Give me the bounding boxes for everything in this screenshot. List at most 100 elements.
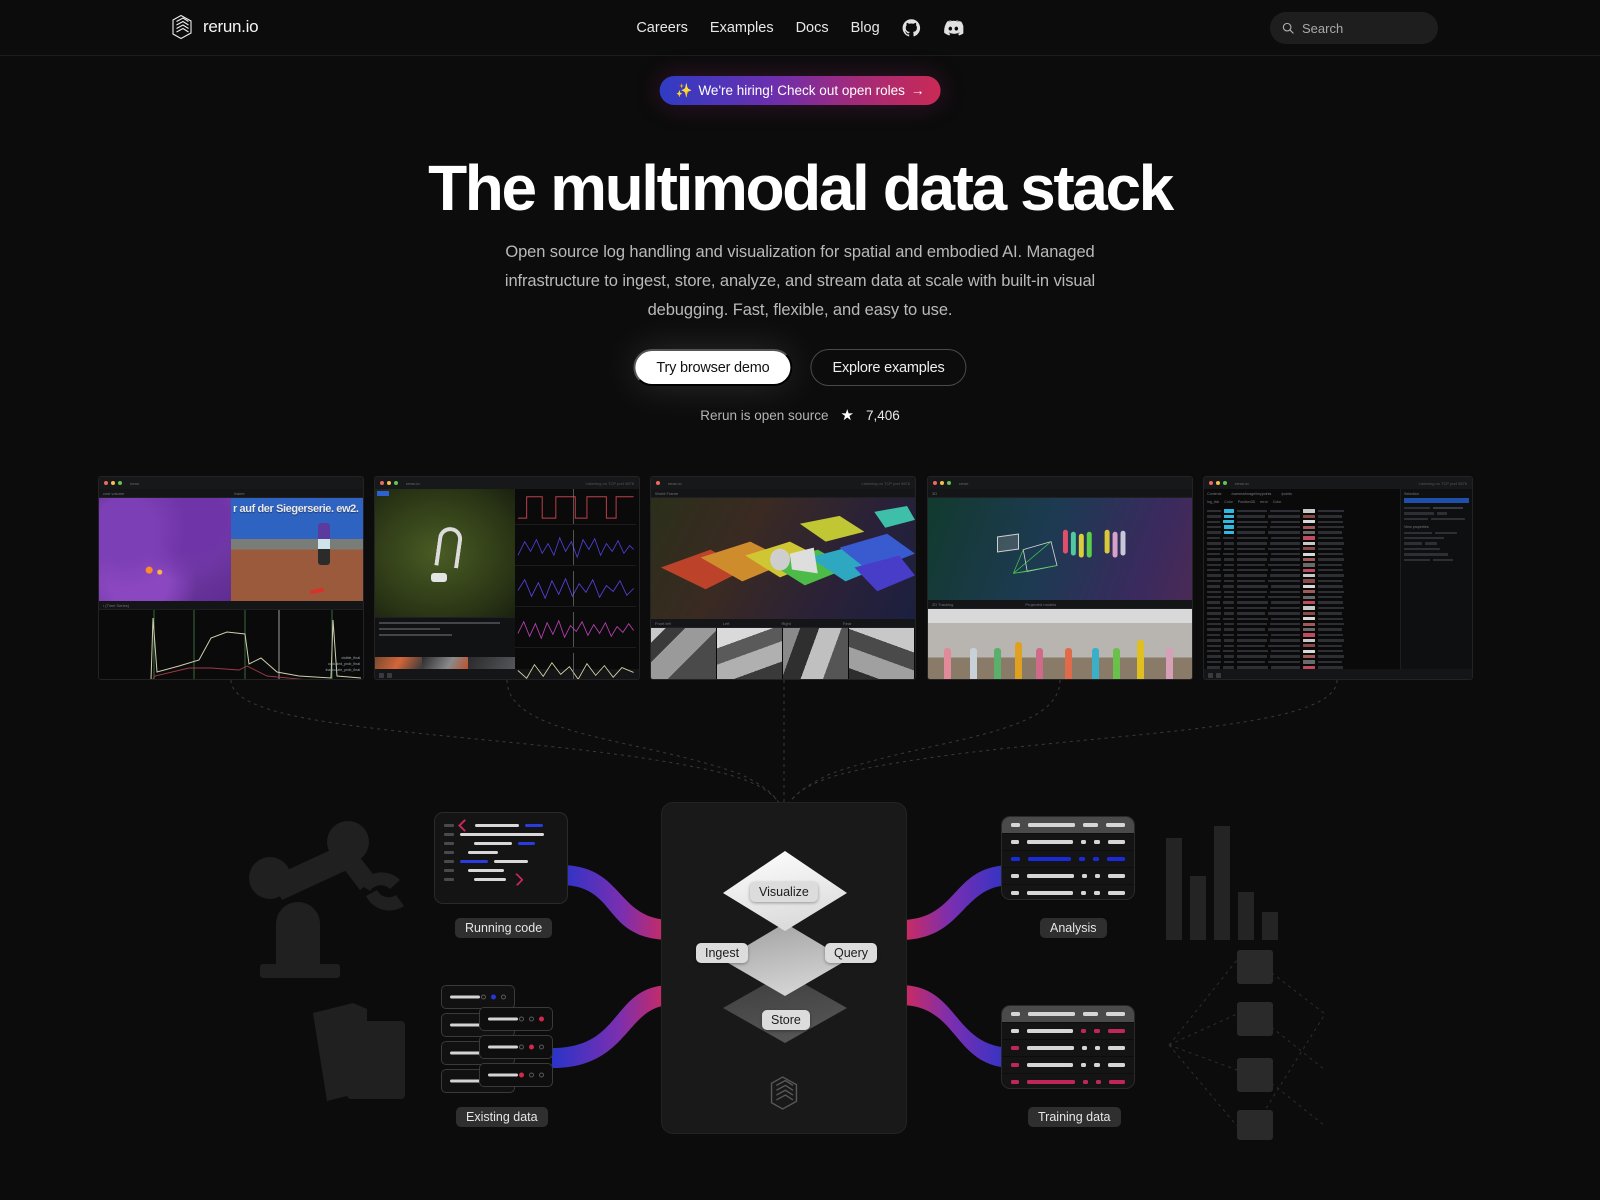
window-title: rerun.io (1235, 480, 1249, 486)
column-header[interactable]: error (1260, 500, 1268, 504)
table-row (1002, 851, 1134, 868)
table-row[interactable] (1207, 633, 1397, 637)
table-row[interactable] (1207, 530, 1397, 535)
maximize-icon (394, 481, 398, 485)
maximize-icon (1223, 481, 1227, 485)
view-badge (377, 491, 389, 496)
panel-title: cost volume (103, 490, 125, 496)
pose-figures (1013, 529, 1126, 574)
text-log-panel (375, 617, 515, 657)
table-row[interactable] (1207, 638, 1397, 642)
architecture-diagram: Running code Existing data Visualize Ing… (0, 790, 1600, 1190)
table-row[interactable] (1207, 547, 1397, 551)
node-existing-data-label: Existing data (456, 1107, 548, 1127)
panel-title: / (Time Series) (103, 602, 130, 608)
hiring-banner-button[interactable]: ✨ We're hiring! Check out open roles → (659, 76, 941, 105)
left-column (375, 489, 515, 669)
nav-link-blog[interactable]: Blog (851, 20, 880, 36)
brand-name: rerun.io (203, 17, 259, 36)
column-header[interactable]: log_tick (1207, 500, 1219, 504)
example-thumbnail-pointcloud-slam[interactable]: rerun.io Listening on TCP port 9876 Worl… (650, 476, 916, 680)
discord-icon[interactable] (944, 18, 964, 38)
stack-diamonds: Visualize Ingest Query Store (662, 803, 908, 1083)
arrow-right-icon: → (910, 83, 925, 98)
column-header[interactable]: Color (1224, 500, 1233, 504)
table-row[interactable] (1207, 665, 1397, 669)
nav-link-examples[interactable]: Examples (710, 20, 774, 36)
table-row (1002, 868, 1134, 885)
table-row[interactable] (1207, 509, 1397, 513)
table-row[interactable] (1207, 579, 1397, 583)
open-source-stars[interactable]: Rerun is open source ★ 7,406 (700, 408, 900, 423)
arm-base (430, 573, 447, 583)
table-row[interactable] (1207, 622, 1397, 626)
titlebar: rerun (928, 477, 1192, 489)
table-row[interactable] (1207, 525, 1397, 529)
table-row[interactable] (1207, 644, 1397, 648)
node-analysis-card[interactable] (1001, 816, 1135, 900)
table-row[interactable] (1207, 552, 1397, 556)
table-row (1002, 1023, 1134, 1040)
panel-header: World Frame (651, 489, 915, 498)
connection-status: Listening on TCP port 9876 (585, 480, 634, 486)
timeseries-plot (99, 610, 363, 679)
table-row[interactable] (1207, 654, 1397, 659)
table-row[interactable] (1207, 617, 1397, 621)
table-row[interactable] (1207, 611, 1397, 616)
plot-square-wave (514, 489, 637, 525)
try-browser-demo-button[interactable]: Try browser demo (633, 349, 793, 386)
star-icon: ★ (840, 407, 854, 424)
search-input[interactable]: Search (1270, 12, 1438, 44)
legend-item: inaccurate_prob_final (325, 668, 360, 672)
table-row (1002, 1074, 1134, 1088)
robot-3d-view (375, 489, 515, 617)
explore-examples-button[interactable]: Explore examples (810, 349, 967, 386)
table-row[interactable] (1207, 541, 1397, 545)
node-training-data-card[interactable] (1001, 1005, 1135, 1089)
table-row (1002, 885, 1134, 899)
example-thumbnail-dataframe[interactable]: rerun.io Listening on TCP port 9876 Cont… (1203, 476, 1473, 680)
table-row[interactable] (1207, 536, 1397, 540)
node-existing-data-card[interactable] (441, 985, 561, 1100)
table-row (1002, 834, 1134, 851)
panel-header: cost volume frame (99, 489, 363, 498)
table-row[interactable] (1207, 563, 1397, 567)
table-row[interactable] (1207, 649, 1397, 653)
table-row[interactable] (1207, 557, 1397, 562)
window-title: rerun (959, 480, 969, 486)
table-row[interactable] (1207, 514, 1397, 519)
selection-panel: Selection View properties (1400, 489, 1472, 669)
column-header[interactable]: Position3D (1238, 500, 1255, 504)
table-row[interactable] (1207, 595, 1397, 599)
table-row[interactable] (1207, 584, 1397, 589)
table-row[interactable] (1207, 660, 1397, 664)
window-title: rerun.io (668, 480, 682, 486)
table-row[interactable] (1207, 568, 1397, 572)
selected-entity-row[interactable] (1404, 498, 1469, 503)
table-row[interactable] (1207, 601, 1397, 605)
example-thumbnail-robot-arm[interactable]: rerun.io Listening on TCP port 9876 (374, 476, 640, 680)
table-row[interactable] (1207, 628, 1397, 632)
column-header[interactable]: Color (1273, 500, 1282, 504)
top-navigation-bar: rerun.io Careers Examples Docs Blog Sear… (0, 0, 1600, 56)
github-icon[interactable] (902, 18, 922, 38)
robot-arm-model (433, 525, 464, 569)
brand-logo[interactable]: rerun.io (170, 14, 259, 40)
example-thumbnail-tennis-thermal[interactable]: rerun cost volume frame r auf der Sieger… (98, 476, 364, 680)
plot-noise-blue (514, 530, 637, 566)
table-row[interactable] (1207, 520, 1397, 524)
camera-right (783, 628, 849, 679)
rerun-logo-icon (172, 14, 192, 40)
example-thumbnail-human-pose[interactable]: rerun 3D 2D Tracking Projected models (927, 476, 1193, 680)
close-icon (380, 481, 384, 485)
nav-link-docs[interactable]: Docs (796, 20, 829, 36)
nav-link-careers[interactable]: Careers (636, 20, 688, 36)
node-running-code-card[interactable] (434, 812, 568, 904)
titlebar: rerun.io Listening on TCP port 9876 (375, 477, 639, 489)
table-row[interactable] (1207, 574, 1397, 578)
connection-status: Listening on TCP port 9876 (1418, 480, 1467, 486)
table-row[interactable] (1207, 590, 1397, 594)
table-row[interactable] (1207, 606, 1397, 610)
dataframe-table[interactable]: Contents /camera/image/keypoints /points… (1204, 489, 1400, 669)
pointcloud-render (660, 505, 915, 592)
